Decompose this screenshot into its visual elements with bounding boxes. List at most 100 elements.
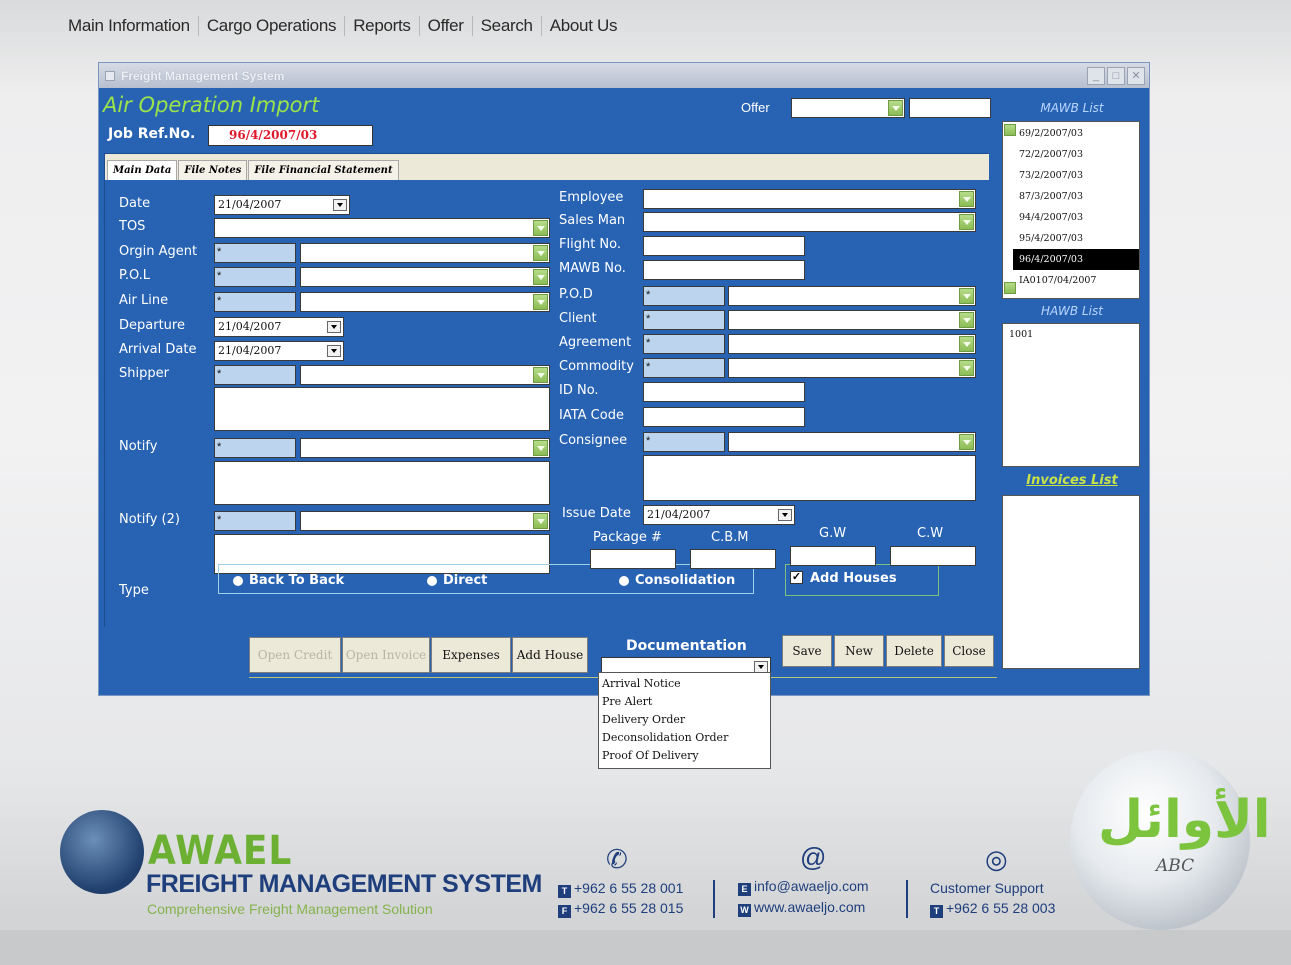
consignee-select[interactable] xyxy=(728,432,976,452)
tab-file-notes[interactable]: File Notes xyxy=(178,160,248,180)
open-credit-button[interactable]: Open Credit xyxy=(249,637,341,673)
chevron-down-icon[interactable] xyxy=(959,288,974,304)
jobref-field[interactable]: 96/4/2007/03 xyxy=(208,125,373,146)
consignee-address[interactable] xyxy=(643,455,976,501)
tos-select[interactable] xyxy=(214,218,550,238)
chevron-down-icon[interactable] xyxy=(959,191,974,207)
arrival-date-field[interactable]: 21/04/2007 xyxy=(214,341,344,361)
departure-field[interactable]: 21/04/2007 xyxy=(214,317,344,337)
radio-consolidation[interactable]: Consolidation xyxy=(619,573,735,588)
cw-field[interactable] xyxy=(890,546,976,566)
client-select[interactable] xyxy=(728,310,976,330)
client-code[interactable]: * xyxy=(643,310,725,330)
origin-agent-select[interactable] xyxy=(300,243,550,263)
chevron-down-icon[interactable] xyxy=(959,434,974,450)
doc-option-pre-alert[interactable]: Pre Alert xyxy=(602,693,767,711)
shipper-address[interactable] xyxy=(214,387,550,431)
radio-back-to-back[interactable]: Back To Back xyxy=(233,573,344,588)
minimize-icon[interactable]: _ xyxy=(1087,66,1105,85)
issue-date-field[interactable]: 21/04/2007 xyxy=(643,505,795,525)
menu-offer[interactable]: Offer xyxy=(420,16,473,36)
gw-field[interactable] xyxy=(790,546,876,566)
close-icon[interactable]: ✕ xyxy=(1127,66,1145,85)
list-item[interactable]: 87/3/2007/03 xyxy=(1013,186,1139,207)
notify2-select[interactable] xyxy=(300,511,550,531)
iata-code-field[interactable] xyxy=(643,407,805,427)
shipper-code[interactable]: * xyxy=(214,365,296,385)
pol-select[interactable] xyxy=(300,267,550,287)
cbm-field[interactable] xyxy=(690,549,776,569)
list-item[interactable]: 94/4/2007/03 xyxy=(1013,207,1139,228)
notify-address[interactable] xyxy=(214,461,550,505)
list-item[interactable]: 72/2/2007/03 xyxy=(1013,144,1139,165)
chevron-down-icon[interactable] xyxy=(533,440,548,456)
chevron-down-icon[interactable] xyxy=(533,294,548,310)
notify-select[interactable] xyxy=(300,438,550,458)
chevron-down-icon[interactable] xyxy=(533,269,548,285)
website-value[interactable]: www.awaeljo.com xyxy=(754,899,865,915)
salesman-select[interactable] xyxy=(643,212,976,232)
origin-agent-code[interactable]: * xyxy=(214,243,296,263)
save-button[interactable]: Save xyxy=(782,635,832,667)
doc-option-arrival-notice[interactable]: Arrival Notice xyxy=(602,675,767,693)
radio-direct[interactable]: Direct xyxy=(427,573,487,588)
menu-about-us[interactable]: About Us xyxy=(542,16,626,36)
new-button[interactable]: New xyxy=(834,635,884,667)
doc-option-delivery-order[interactable]: Delivery Order xyxy=(602,711,767,729)
pol-code[interactable]: * xyxy=(214,267,296,287)
airline-code[interactable]: * xyxy=(214,292,296,312)
maximize-icon[interactable]: □ xyxy=(1107,66,1125,85)
pod-code[interactable]: * xyxy=(643,286,725,306)
list-item[interactable]: IA0107/04/2007 xyxy=(1013,270,1139,291)
calendar-dropdown-icon[interactable] xyxy=(333,199,347,211)
package-field[interactable] xyxy=(590,549,676,569)
agreement-code[interactable]: * xyxy=(643,334,725,354)
expenses-button[interactable]: Expenses xyxy=(431,637,511,673)
chevron-down-icon[interactable] xyxy=(533,245,548,261)
doc-option-deconsolidation-order[interactable]: Deconsolidation Order xyxy=(602,729,767,747)
add-house-button[interactable]: Add House xyxy=(512,637,588,673)
chevron-down-icon[interactable] xyxy=(888,100,903,116)
menu-cargo-operations[interactable]: Cargo Operations xyxy=(199,16,346,36)
chevron-down-icon[interactable] xyxy=(959,214,974,230)
offer-select[interactable] xyxy=(791,98,905,118)
date-field[interactable]: 21/04/2007 xyxy=(214,195,350,215)
close-button[interactable]: Close xyxy=(944,635,994,667)
airline-select[interactable] xyxy=(300,292,550,312)
chevron-down-icon[interactable] xyxy=(533,367,548,383)
notify2-code[interactable]: * xyxy=(214,511,296,531)
id-no-field[interactable] xyxy=(643,382,805,402)
menu-main-information[interactable]: Main Information xyxy=(60,16,199,36)
email-value[interactable]: info@awaeljo.com xyxy=(754,878,869,894)
scroll-up-icon[interactable] xyxy=(1004,124,1016,136)
employee-select[interactable] xyxy=(643,189,976,209)
commodity-code[interactable]: * xyxy=(643,358,725,378)
list-item[interactable]: 96/4/2007/03 xyxy=(1013,249,1139,270)
chevron-down-icon[interactable] xyxy=(959,360,974,376)
calendar-dropdown-icon[interactable] xyxy=(778,509,792,521)
agreement-select[interactable] xyxy=(728,334,976,354)
pod-select[interactable] xyxy=(728,286,976,306)
list-item[interactable]: 95/4/2007/03 xyxy=(1013,228,1139,249)
chevron-down-icon[interactable] xyxy=(533,220,548,236)
list-item[interactable]: 69/2/2007/03 xyxy=(1013,123,1139,144)
invoices-list-label[interactable]: Invoices List xyxy=(1005,473,1139,488)
chevron-down-icon[interactable] xyxy=(959,336,974,352)
calendar-dropdown-icon[interactable] xyxy=(327,345,341,357)
chevron-down-icon[interactable] xyxy=(959,312,974,328)
list-item[interactable]: 1001 xyxy=(1003,324,1139,345)
delete-button[interactable]: Delete xyxy=(886,635,942,667)
consignee-code[interactable]: * xyxy=(643,432,725,452)
list-item[interactable]: 73/2/2007/03 xyxy=(1013,165,1139,186)
scroll-down-icon[interactable] xyxy=(1004,282,1016,294)
mawb-no-field[interactable] xyxy=(643,260,805,280)
tab-file-financial-statement[interactable]: File Financial Statement xyxy=(248,160,399,180)
menu-reports[interactable]: Reports xyxy=(345,16,420,36)
calendar-dropdown-icon[interactable] xyxy=(327,321,341,333)
tab-main-data[interactable]: Main Data xyxy=(107,160,178,180)
open-invoice-button[interactable]: Open Invoice xyxy=(342,637,430,673)
notify-code[interactable]: * xyxy=(214,438,296,458)
doc-option-proof-of-delivery[interactable]: Proof Of Delivery xyxy=(602,747,767,765)
menu-search[interactable]: Search xyxy=(473,16,542,36)
window-titlebar[interactable]: Freight Management System _ □ ✕ xyxy=(99,63,1149,88)
